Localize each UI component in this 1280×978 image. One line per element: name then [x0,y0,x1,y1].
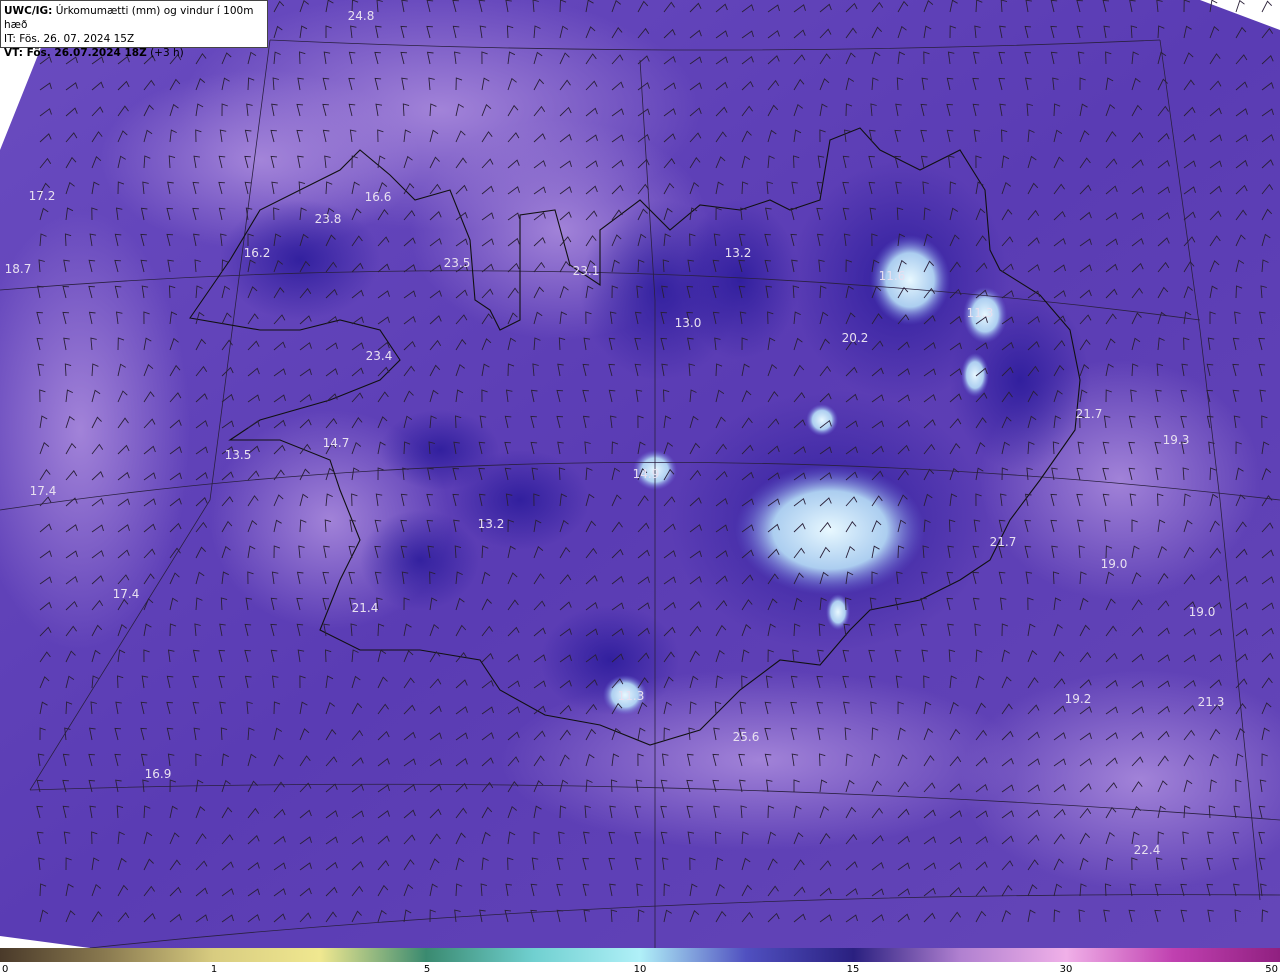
wind-value-label: 19.2 [1065,692,1092,706]
wind-value-label: 14.7 [323,436,350,450]
info-box: UWC/IG: Úrkomumætti (mm) og vindur í 100… [0,0,268,59]
wind-value-label: 17.4 [113,587,140,601]
wind-value-label: 21.4 [352,601,379,615]
wind-value-label: 16.2 [244,246,271,260]
wind-value-label: 13.5 [225,448,252,462]
wind-value-label: 23.4 [366,349,393,363]
wind-value-label: 11.3 [618,689,645,703]
product-code: UWC/IG: [4,5,53,17]
wind-value-label: 22.4 [1134,843,1161,857]
wind-value-label: 21.7 [990,535,1017,549]
colorbar-tick: 0 [2,964,9,975]
wind-value-label: 18.7 [5,262,32,276]
wind-value-label: 11.6 [879,269,906,283]
wind-value-label: 13.2 [478,517,505,531]
wind-value-label: 11.3 [967,306,994,320]
wind-value-label: 23.5 [444,256,471,270]
wind-value-label: 19.3 [1163,433,1190,447]
colorbar-tick: 30 [1059,964,1073,975]
wind-value-label: 13.2 [725,246,752,260]
wind-value-label: 21.7 [1076,407,1103,421]
wind-value-label: 23.8 [315,212,342,226]
wind-value-label: 19.0 [1189,605,1216,619]
colorbar-tick: 5 [423,964,431,975]
wind-value-label: 19.0 [1101,557,1128,571]
lead-time: (+3 h) [146,47,184,59]
wind-value-label: 16.9 [145,767,172,781]
wind-value-label: 25.6 [733,730,760,744]
wind-value-label: 24.8 [348,9,375,23]
init-time: IT: Fös. 26. 07. 2024 15Z [4,33,135,45]
wind-value-label: 23.1 [573,264,600,278]
colorbar-tick: 15 [846,964,860,975]
wind-value-label: 14.9 [633,467,660,481]
colorbar-tick: 50 [1265,964,1278,975]
colorbar-tick: 1 [210,964,218,975]
wind-value-label: 21.3 [1198,695,1225,709]
wind-value-label: 20.2 [842,331,869,345]
wind-value-label: 16.6 [365,190,392,204]
forecast-map: 24.8 17.2 16.6 23.8 16.2 23.5 23.1 13.2 11.6 18.7… [0,0,1280,948]
wind-value-label: 17.4 [30,484,57,498]
colorbar-strip [0,948,1280,962]
colorbar: 0 1 5 10 15 30 50 [0,948,1280,978]
wind-value-label: 13.0 [675,316,702,330]
wind-value-label: 17.2 [29,189,56,203]
valid-time: VT: Fös. 26.07.2024 18Z [4,47,147,59]
colorbar-tick: 10 [633,964,647,975]
